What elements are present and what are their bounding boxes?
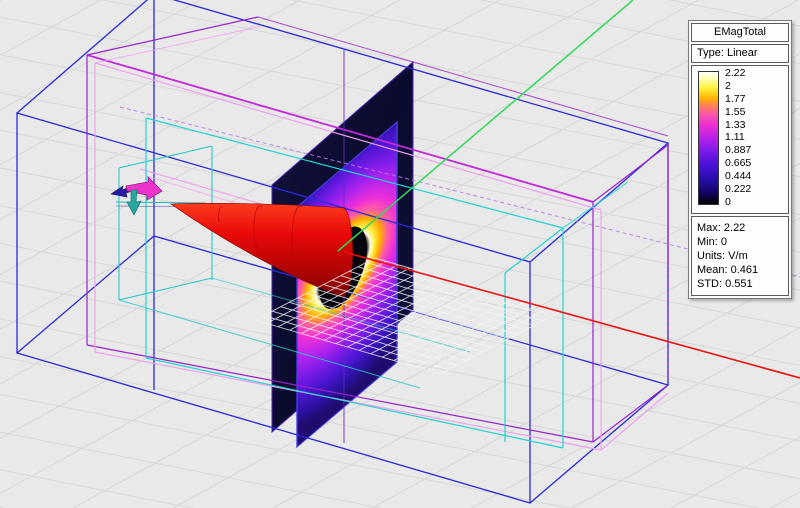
results-legend[interactable]: EMagTotal Type: Linear 2.22 2 1.77 1.55 1.33… (688, 20, 792, 299)
scale-tick: 2.22 (725, 67, 746, 79)
legend-colorbar: 2.22 2 1.77 1.55 1.33 1.11 0.887 0.665 0.444 0.22… (691, 65, 789, 214)
legend-type: Type: Linear (691, 44, 789, 63)
scale-tick: 1.33 (725, 118, 746, 131)
legend-stats: Max: 2.22 Min: 0 Units: V/m Mean: 0.461 STD:… (691, 216, 789, 296)
scale-tick: 1.55 (725, 105, 746, 118)
scale-tick: 0.665 (725, 157, 752, 170)
stat-row: STD: 0.551 (697, 278, 753, 290)
scale-tick: 0 (725, 195, 731, 208)
feed-arrow-down (126, 189, 142, 216)
stat-row: Units: V/m (697, 250, 748, 262)
scale-tick: 0.887 (725, 144, 752, 157)
colorbar-gradient (698, 71, 719, 205)
excitation-cone[interactable] (170, 203, 353, 297)
stat-row: Max: 2.22 (697, 222, 746, 234)
stat-row: Mean: 0.461 (697, 264, 759, 276)
stat-row: Min: 0 (697, 236, 727, 248)
legend-title: EMagTotal (691, 23, 789, 42)
scale-tick: 1.11 (725, 131, 745, 144)
colorbar-ticks: 2.22 2 1.77 1.55 1.33 1.11 0.887 0.665 0.444 0.22… (725, 68, 751, 208)
scale-tick: 0.222 (725, 183, 752, 196)
scale-tick: 2 (725, 79, 731, 92)
scale-tick: 1.77 (725, 92, 746, 105)
simulation-viewport[interactable]: EMagTotal Type: Linear 2.22 2 1.77 1.55 1.33… (0, 0, 800, 508)
scale-tick: 0.444 (725, 170, 752, 183)
scene-3d[interactable] (0, 0, 800, 508)
